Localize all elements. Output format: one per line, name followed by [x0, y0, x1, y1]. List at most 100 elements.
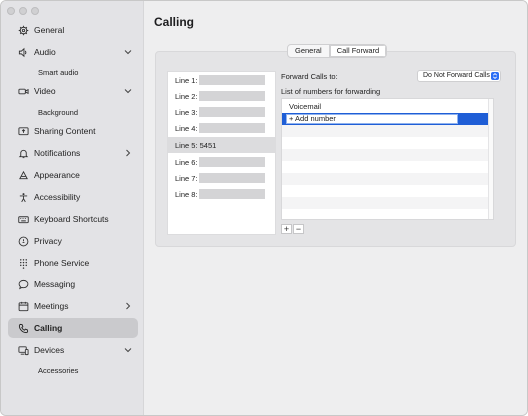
add-number-button[interactable]: + — [281, 224, 292, 234]
line-item[interactable]: Line 3: — [168, 104, 275, 120]
lines-list: Line 1: Line 2: Line 3: Line 4: Line 5: … — [167, 71, 276, 235]
share-screen-icon — [18, 126, 29, 137]
sidebar-item-privacy[interactable]: Privacy — [8, 231, 138, 251]
chat-bubble-icon — [18, 279, 29, 290]
line-item[interactable]: Line 8: — [168, 186, 275, 202]
chevron-right-icon[interactable] — [124, 302, 132, 310]
sidebar-item-accessories[interactable]: Accessories — [8, 360, 138, 380]
devices-icon — [18, 345, 29, 356]
scrollbar[interactable] — [488, 99, 493, 219]
line-value — [199, 157, 265, 167]
page-title: Calling — [154, 15, 195, 29]
line-item-selected[interactable]: Line 5: 5451 — [168, 137, 275, 153]
line-label: Line 5: 5451 — [175, 140, 217, 150]
tab-general[interactable]: General — [288, 45, 329, 57]
sidebar-item-label: General — [34, 25, 65, 35]
select-stepper-icon — [491, 72, 499, 80]
minimize-window-button[interactable] — [19, 7, 27, 15]
list-item[interactable]: Voicemail — [282, 101, 493, 113]
list-row-empty — [282, 185, 493, 197]
sidebar-item-label: Calling — [34, 323, 63, 333]
chevron-right-icon[interactable] — [124, 149, 132, 157]
sidebar-item-label: Privacy — [34, 236, 62, 246]
forwarding-numbers-list: Voicemail + Add number — [281, 98, 494, 220]
sidebar-item-phone-service[interactable]: Phone Service — [8, 253, 138, 273]
sidebar-item-meetings[interactable]: Meetings — [8, 296, 138, 316]
sidebar-item-appearance[interactable]: Appearance — [8, 165, 138, 185]
sidebar-item-smart-audio[interactable]: Smart audio — [8, 62, 138, 82]
line-item[interactable]: Line 1: — [168, 72, 275, 88]
sidebar-item-label: Accessibility — [34, 192, 81, 202]
sidebar-item-label: Sharing Content — [34, 126, 96, 136]
line-value — [199, 173, 265, 183]
tab-call-forward[interactable]: Call Forward — [328, 45, 387, 57]
sidebar-item-label: Messaging — [34, 279, 76, 289]
calendar-icon — [18, 301, 29, 312]
sidebar-item-sharing-content[interactable]: Sharing Content — [8, 121, 138, 141]
line-label: Line 6: — [175, 157, 198, 167]
sidebar-item-general[interactable]: General — [8, 20, 138, 40]
chevron-down-icon[interactable] — [124, 87, 132, 95]
sidebar: General Audio Smart audio Video Backgrou — [1, 1, 144, 415]
chevron-down-icon[interactable] — [124, 346, 132, 354]
speaker-icon — [18, 47, 29, 58]
forwarding-numbers-label: List of numbers for forwarding — [281, 87, 381, 96]
sidebar-item-label: Meetings — [34, 301, 69, 311]
keyboard-icon — [18, 214, 29, 225]
line-item[interactable]: Line 7: — [168, 170, 275, 186]
dialpad-icon — [18, 258, 29, 269]
line-value — [199, 75, 265, 85]
line-label: Line 7: — [175, 173, 198, 183]
main-content: Calling General Call Forward Line 1: Lin… — [144, 1, 527, 415]
list-row-empty — [282, 173, 493, 185]
gear-icon — [18, 25, 29, 36]
list-item-selected[interactable]: + Add number — [282, 113, 493, 125]
line-label: Line 3: — [175, 107, 198, 117]
sidebar-item-label: Keyboard Shortcuts — [34, 214, 109, 224]
appearance-icon — [18, 170, 29, 181]
line-item[interactable]: Line 2: — [168, 88, 275, 104]
line-value — [199, 189, 265, 199]
sidebar-item-notifications[interactable]: Notifications — [8, 143, 138, 163]
line-value — [199, 91, 265, 101]
privacy-icon — [18, 236, 29, 247]
sidebar-item-label: Appearance — [34, 170, 80, 180]
line-value — [199, 107, 265, 117]
sidebar-item-label: Smart audio — [38, 67, 79, 77]
forward-calls-select-value: Do Not Forward Calls — [423, 72, 490, 79]
list-row-empty — [282, 209, 493, 221]
close-window-button[interactable] — [7, 7, 15, 15]
forward-calls-label: Forward Calls to: — [281, 72, 338, 81]
accessibility-icon — [18, 192, 29, 203]
sidebar-item-audio[interactable]: Audio — [8, 42, 138, 62]
zoom-window-button[interactable] — [31, 7, 39, 15]
line-item[interactable]: Line 6: — [168, 154, 275, 170]
bell-icon — [18, 148, 29, 159]
line-value — [199, 123, 265, 133]
sidebar-item-label: Background — [38, 107, 79, 117]
forward-calls-select[interactable]: Do Not Forward Calls — [417, 70, 501, 82]
list-row-empty — [282, 161, 493, 173]
chevron-down-icon[interactable] — [124, 48, 132, 56]
line-item[interactable]: Line 4: — [168, 120, 275, 136]
sidebar-item-devices[interactable]: Devices — [8, 340, 138, 360]
list-row-empty — [282, 197, 493, 209]
sidebar-item-calling[interactable]: Calling — [8, 318, 138, 338]
sidebar-item-label: Accessories — [38, 365, 79, 375]
sidebar-item-video[interactable]: Video — [8, 81, 138, 101]
sidebar-item-label: Phone Service — [34, 258, 90, 268]
sidebar-item-keyboard-shortcuts[interactable]: Keyboard Shortcuts — [8, 209, 138, 229]
sidebar-item-accessibility[interactable]: Accessibility — [8, 187, 138, 207]
sidebar-item-messaging[interactable]: Messaging — [8, 274, 138, 294]
window-controls — [7, 7, 39, 15]
line-label: Line 8: — [175, 189, 198, 199]
line-label: Line 2: — [175, 91, 198, 101]
sidebar-item-label: Devices — [34, 345, 65, 355]
add-number-field[interactable]: + Add number — [286, 114, 458, 124]
sidebar-item-background[interactable]: Background — [8, 102, 138, 122]
sidebar-item-label: Audio — [34, 47, 56, 57]
remove-number-button[interactable]: − — [293, 224, 304, 234]
list-row-empty — [282, 149, 493, 161]
video-camera-icon — [18, 86, 29, 97]
line-label: Line 1: — [175, 75, 198, 85]
